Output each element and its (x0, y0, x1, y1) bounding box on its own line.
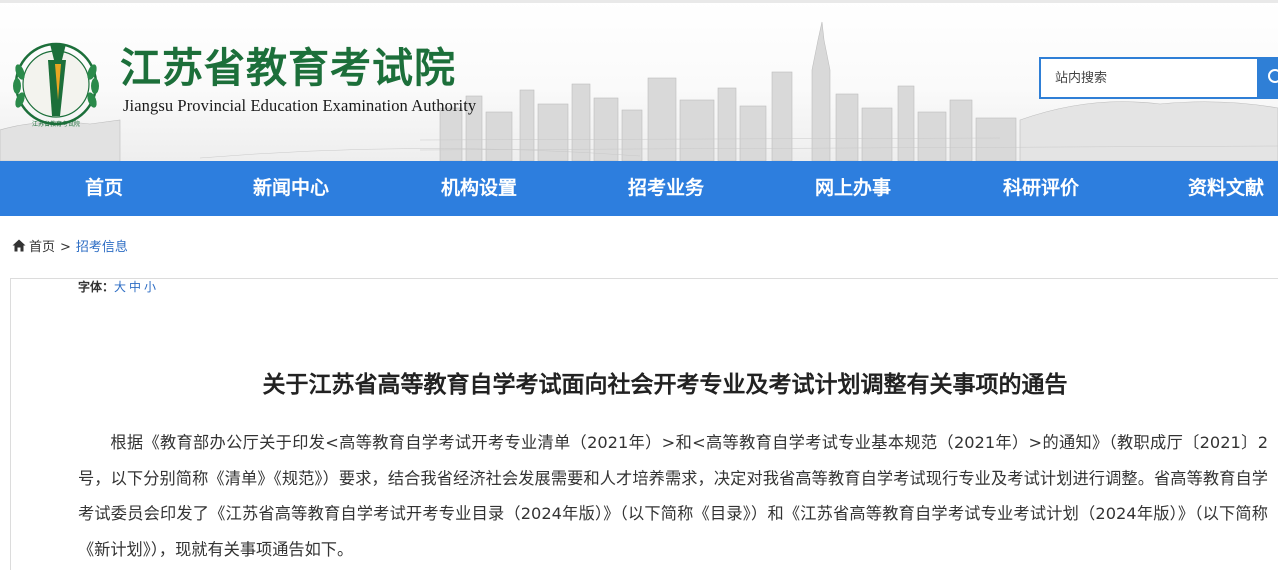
site-logo-english[interactable]: Jiangsu Provincial Education Examination… (123, 96, 476, 116)
nav-item-news-center[interactable]: 新闻中心 (236, 161, 346, 216)
nav-item-online-services[interactable]: 网上办事 (798, 161, 908, 216)
nav-item-admissions[interactable]: 招考业务 (611, 161, 721, 216)
site-header: 江苏省教育考试院 江苏省教育考试院 Jiangsu Provincial Edu… (0, 0, 1278, 161)
main-nav: 首页 新闻中心 机构设置 招考业务 网上办事 科研评价 资料文献 (0, 161, 1278, 216)
nav-item-organization[interactable]: 机构设置 (424, 161, 534, 216)
site-logo-chinese[interactable]: 江苏省教育考试院 (120, 48, 456, 89)
nav-item-home[interactable]: 首页 (62, 161, 146, 216)
font-size-large[interactable]: 大 (114, 280, 126, 294)
font-size-label: 字体： (78, 280, 115, 294)
article-paragraph: 根据《教育部办公厅关于印发<高等教育自学考试开考专业清单（2021年）>和<高等… (78, 433, 1268, 559)
breadcrumb: 首页 > 招考信息 (12, 239, 128, 257)
breadcrumb-current-link[interactable]: 招考信息 (76, 240, 128, 255)
search-icon (1268, 69, 1278, 83)
breadcrumb-home-link[interactable]: 首页 (29, 240, 55, 255)
search-button[interactable] (1257, 59, 1278, 97)
nav-item-documents[interactable]: 资料文献 (1172, 161, 1278, 216)
font-size-switcher: 字体：大中小 (78, 279, 159, 296)
emblem-text: 江苏省教育考试院 (32, 120, 80, 128)
article-title: 关于江苏省高等教育自学考试面向社会开考专业及考试计划调整有关事项的通告 (262, 372, 1068, 398)
breadcrumb-separator: > (60, 240, 71, 255)
font-size-small[interactable]: 小 (144, 280, 156, 294)
font-size-medium[interactable]: 中 (129, 280, 141, 294)
home-icon (12, 239, 26, 252)
search-box (1039, 57, 1278, 99)
logo-emblem-icon: 江苏省教育考试院 (13, 42, 99, 128)
search-input[interactable] (1041, 59, 1257, 97)
nav-item-research[interactable]: 科研评价 (986, 161, 1096, 216)
